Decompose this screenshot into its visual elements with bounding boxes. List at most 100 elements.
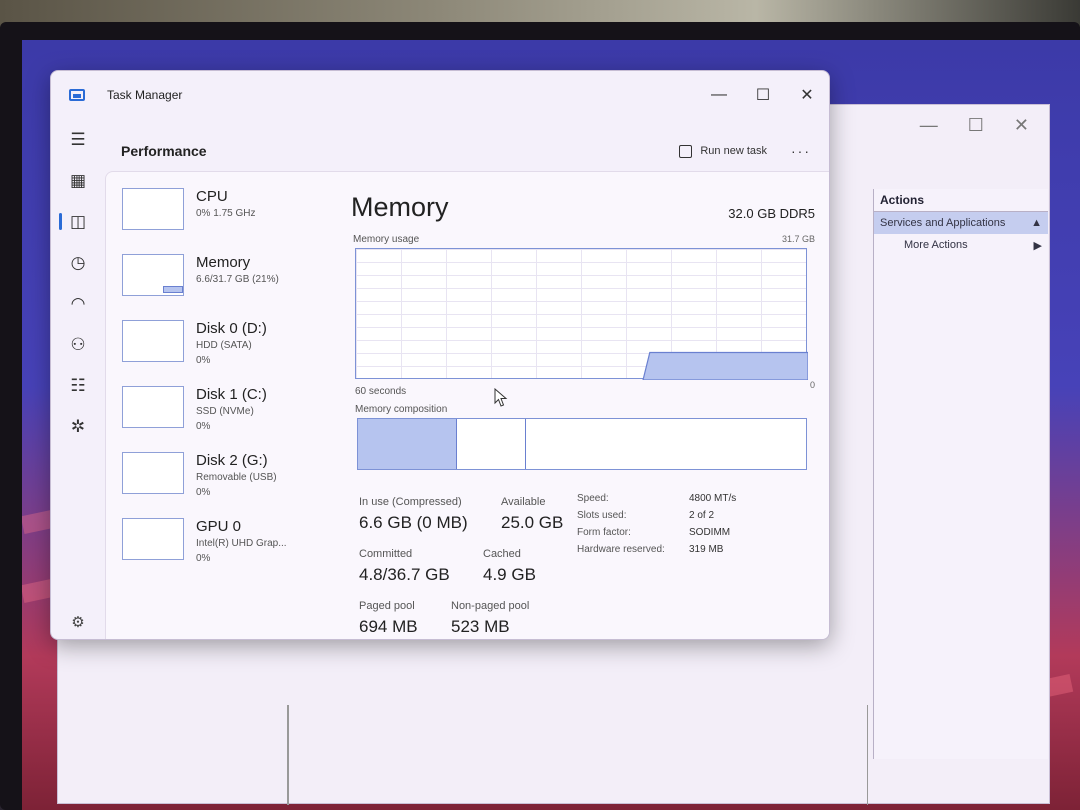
resource-detail: Removable (USB) bbox=[196, 472, 277, 483]
task-manager-app-icon bbox=[69, 89, 85, 101]
actions-title: Actions bbox=[874, 189, 1048, 212]
memory-usage-label: Memory usage bbox=[353, 234, 420, 245]
spec-value: 319 MB bbox=[689, 544, 724, 555]
stat-cached: Cached 4.9 GB bbox=[483, 548, 536, 585]
bg-minimize-button[interactable]: — bbox=[920, 115, 938, 136]
hamburger-menu-button[interactable]: ☰ bbox=[51, 119, 105, 160]
stat-label: Committed bbox=[359, 548, 413, 560]
window-title: Task Manager bbox=[107, 88, 183, 102]
disk2-thumbnail-graph bbox=[122, 452, 184, 494]
stat-value: 25.0 GB bbox=[501, 513, 564, 532]
spec-row: Form factor: SODIMM bbox=[577, 524, 807, 541]
nav-settings[interactable]: ⚙ bbox=[51, 613, 105, 631]
disk1-thumbnail-graph bbox=[122, 386, 184, 428]
spec-value: 4800 MT/s bbox=[689, 493, 737, 504]
resource-usage: 0% bbox=[196, 421, 211, 432]
expand-arrow-icon: ▶ bbox=[1033, 240, 1042, 252]
stat-paged-pool: Paged pool 694 MB bbox=[359, 600, 418, 637]
page-title: Performance bbox=[121, 143, 207, 159]
actions-more-item[interactable]: More Actions ▶ bbox=[874, 234, 1048, 257]
stat-label: Paged pool bbox=[359, 600, 415, 612]
details-icon: ☷ bbox=[70, 375, 86, 395]
composition-modified bbox=[457, 419, 526, 469]
stat-value: 523 MB bbox=[451, 617, 510, 636]
stat-value: 6.6 GB (0 MB) bbox=[359, 513, 468, 532]
resource-memory[interactable]: Memory 6.6/31.7 GB (21%) bbox=[106, 238, 336, 304]
resource-cpu[interactable]: CPU 0% 1.75 GHz bbox=[106, 172, 336, 238]
resource-disk-0[interactable]: Disk 0 (D:) HDD (SATA) 0% bbox=[106, 304, 336, 370]
stat-available: Available 25.0 GB bbox=[501, 496, 563, 533]
memory-composition-bar bbox=[357, 418, 807, 470]
resource-disk-2[interactable]: Disk 2 (G:) Removable (USB) 0% bbox=[106, 436, 336, 502]
hamburger-icon: ☰ bbox=[70, 129, 86, 149]
nav-startup-apps[interactable]: ◠ bbox=[51, 283, 105, 324]
page-header: Performance Run new task ··· bbox=[105, 131, 829, 171]
disk0-thumbnail-graph bbox=[122, 320, 184, 362]
bg-close-button[interactable]: ✕ bbox=[1014, 115, 1029, 136]
spec-key: Slots used: bbox=[577, 510, 627, 521]
stat-label: Cached bbox=[483, 548, 521, 560]
nav-processes[interactable]: ▦ bbox=[51, 160, 105, 201]
maximize-button[interactable]: ☐ bbox=[741, 71, 785, 119]
graph-axis-zero: 0 bbox=[809, 380, 815, 390]
resource-gpu-0[interactable]: GPU 0 Intel(R) UHD Grap... 0% bbox=[106, 502, 336, 568]
resource-name: Memory bbox=[196, 254, 251, 271]
stat-label: In use (Compressed) bbox=[359, 496, 462, 508]
settings-icon: ⚙ bbox=[71, 614, 85, 631]
resource-detail: 0% 1.75 GHz bbox=[196, 208, 256, 219]
memory-composition-label: Memory composition bbox=[355, 404, 448, 415]
titlebar: Task Manager — ☐ ✕ bbox=[51, 71, 829, 119]
resource-detail: Intel(R) UHD Grap... bbox=[196, 538, 287, 549]
bg-content-pane bbox=[288, 705, 868, 805]
nav-app-history[interactable]: ◷ bbox=[51, 242, 105, 283]
resource-name: Disk 2 (G:) bbox=[196, 452, 268, 469]
mouse-cursor-icon bbox=[494, 388, 508, 407]
more-actions-label: More Actions bbox=[904, 239, 968, 251]
processes-icon: ▦ bbox=[69, 170, 87, 190]
performance-icon: ◫ bbox=[69, 211, 87, 231]
memory-specs: Speed: 4800 MT/s Slots used: 2 of 2 Form… bbox=[577, 490, 807, 558]
memory-spec: 32.0 GB DDR5 bbox=[728, 206, 815, 221]
collapse-arrow-icon: ▲ bbox=[1031, 217, 1042, 229]
run-new-task-button[interactable]: Run new task bbox=[679, 144, 767, 158]
nav-services[interactable]: ✲ bbox=[51, 406, 105, 447]
resource-usage: 0% bbox=[196, 355, 211, 366]
actions-pane: Actions Services and Applications ▲ More… bbox=[873, 189, 1048, 759]
resource-detail: HDD (SATA) bbox=[196, 340, 252, 351]
composition-in-use bbox=[358, 419, 457, 469]
nav-users[interactable]: ⚇ bbox=[51, 324, 105, 365]
memory-usage-max: 31.7 GB bbox=[781, 234, 815, 244]
stat-value: 4.8/36.7 GB bbox=[359, 565, 450, 584]
users-icon: ⚇ bbox=[70, 334, 86, 354]
window-controls: — ☐ ✕ bbox=[697, 71, 829, 119]
bg-maximize-button[interactable]: ☐ bbox=[968, 115, 984, 136]
spec-value: SODIMM bbox=[689, 527, 731, 538]
stat-value: 694 MB bbox=[359, 617, 418, 636]
memory-usage-area bbox=[642, 351, 808, 380]
spec-value: 2 of 2 bbox=[689, 510, 715, 521]
spec-row: Slots used: 2 of 2 bbox=[577, 507, 807, 524]
composition-standby bbox=[526, 419, 806, 469]
stat-label: Available bbox=[501, 496, 546, 508]
minimize-button[interactable]: — bbox=[697, 71, 741, 119]
stat-nonpaged-pool: Non-paged pool 523 MB bbox=[451, 600, 529, 637]
navigation-rail: ☰ ▦ ◫ ◷ ◠ ⚇ ☷ ✲ ⚙ bbox=[51, 119, 105, 639]
graph-axis-time: 60 seconds bbox=[355, 386, 407, 397]
resource-name: CPU bbox=[196, 188, 228, 205]
actions-services-item[interactable]: Services and Applications ▲ bbox=[874, 212, 1048, 234]
more-options-button[interactable]: ··· bbox=[791, 143, 811, 159]
resource-name: GPU 0 bbox=[196, 518, 242, 535]
close-button[interactable]: ✕ bbox=[785, 71, 829, 119]
stat-value: 4.9 GB bbox=[483, 565, 536, 584]
resource-name: Disk 0 (D:) bbox=[196, 320, 267, 337]
resource-disk-1[interactable]: Disk 1 (C:) SSD (NVMe) 0% bbox=[106, 370, 336, 436]
resource-name: Disk 1 (C:) bbox=[196, 386, 267, 403]
resource-detail: 6.6/31.7 GB (21%) bbox=[196, 274, 279, 285]
spec-row: Hardware reserved: 319 MB bbox=[577, 541, 807, 558]
spec-key: Form factor: bbox=[577, 527, 631, 538]
nav-performance[interactable]: ◫ bbox=[51, 201, 105, 242]
nav-details[interactable]: ☷ bbox=[51, 365, 105, 406]
memory-detail-panel: Memory 32.0 GB DDR5 Memory usage 31.7 GB… bbox=[351, 172, 821, 639]
app-history-icon: ◷ bbox=[70, 252, 86, 272]
spec-key: Hardware reserved: bbox=[577, 544, 665, 555]
